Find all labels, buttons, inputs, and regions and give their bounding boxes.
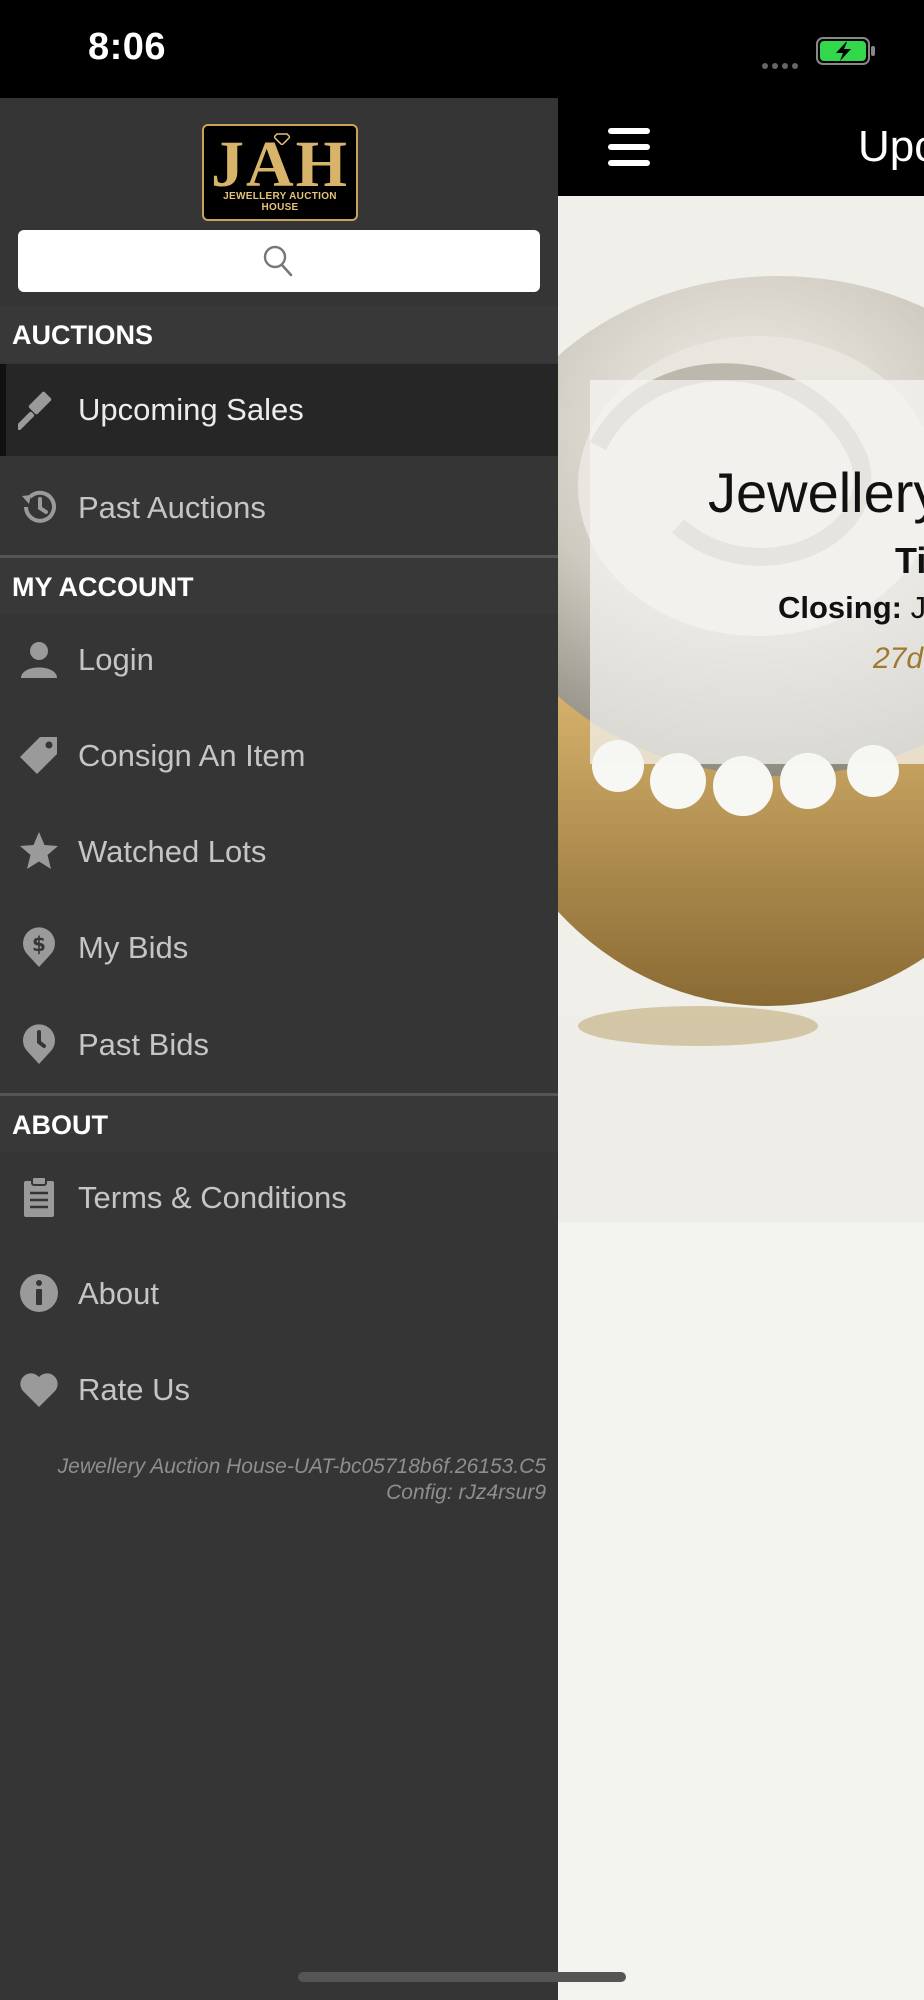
side-drawer: JAH JEWELLERY AUCTION HOUSE AUCTIONS Upc… [0,98,558,2000]
menu-label: Upcoming Sales [78,392,304,427]
menu-label: Past Auctions [78,490,266,525]
closing-label: Closing: [778,590,902,625]
content-panel: Upcoming Sales [558,98,924,2000]
section-header-about: ABOUT [0,1096,558,1152]
dollar-pin-icon: $ [23,927,56,967]
build-string: Jewellery Auction House-UAT-bc05718b6f.2… [57,1455,546,1478]
jah-logo: JAH JEWELLERY AUCTION HOUSE [202,124,358,221]
config-string: Config: rJz4rsur9 [386,1481,546,1504]
section-header-auctions: AUCTIONS [0,306,558,362]
menu-label: My Bids [78,930,189,965]
menu-item-rate-us[interactable]: Rate Us [0,1344,558,1436]
menu-item-login[interactable]: Login [0,614,558,706]
menu-item-watched-lots[interactable]: Watched Lots [0,806,558,898]
signal-icon [762,56,802,74]
menu-item-terms-conditions[interactable]: Terms & Conditions [0,1152,558,1244]
hamburger-menu-icon[interactable] [608,128,650,166]
search-icon [263,245,293,277]
home-indicator[interactable] [298,1972,626,1982]
sale-title: Jewellery [708,461,924,524]
menu-label: Past Bids [78,1027,209,1062]
sale-info-card[interactable]: Jewellery Ti Closing: Ju 27d [590,380,924,764]
menu-item-consign-an-item[interactable]: Consign An Item [0,710,558,802]
menu-item-my-bids[interactable]: $ My Bids [0,902,558,994]
star-icon [20,832,58,869]
clipboard-icon [24,1176,54,1217]
clock-pin-icon [23,1024,56,1064]
closing-value: Ju [910,590,924,625]
gavel-icon [18,391,52,430]
menu-item-past-bids[interactable]: Past Bids [0,999,558,1091]
menu-label: About [78,1276,160,1311]
logo-subtitle: JEWELLERY AUCTION HOUSE [223,191,337,213]
menu-label: Rate Us [78,1372,190,1407]
section-header-my-account: MY ACCOUNT [0,558,558,614]
sale-subtitle: Ti [895,540,924,581]
sale-closing: Closing: Ju [778,590,924,626]
battery-icon [816,37,875,65]
heart-icon [20,1373,58,1407]
page-title: Upcoming Sales [858,122,924,171]
svg-text:$: $ [32,932,46,956]
nav-bar: Upcoming Sales [558,98,924,196]
status-bar: 8:06 [0,0,924,98]
app-screen: 8:06 Upcoming Sales [0,0,924,2000]
status-time: 8:06 [88,26,167,68]
logo-text: JAH [211,128,349,201]
sale-countdown: 27d [873,642,924,675]
history-icon [22,490,56,523]
info-icon [20,1274,58,1312]
menu-label: Consign An Item [78,738,306,773]
menu-label: Watched Lots [78,834,267,869]
version-info: Jewellery Auction House-UAT-bc05718b6f.2… [58,1454,546,1506]
search-input[interactable] [18,230,540,292]
sale-hero-image[interactable]: Jewellery Ti Closing: Ju 27d [558,196,924,1222]
menu-label: Terms & Conditions [78,1180,347,1215]
menu-item-about[interactable]: About [0,1248,558,1340]
user-icon [21,642,57,678]
menu-item-upcoming-sales[interactable]: Upcoming Sales [0,364,558,456]
menu-item-past-auctions[interactable]: Past Auctions [0,462,558,554]
menu-label: Login [78,642,154,677]
tag-icon [20,737,57,774]
